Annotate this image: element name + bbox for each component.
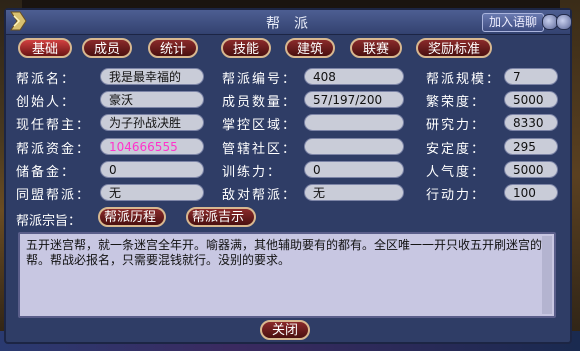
reserve-label: 储备金： xyxy=(16,165,77,180)
description-scrollbar[interactable] xyxy=(542,236,552,314)
window-title: 帮派 xyxy=(266,16,322,32)
founder-value: 豪沃 xyxy=(100,91,204,108)
guild-funds-value: 104666555 xyxy=(100,138,204,155)
popularity-value: 5000 xyxy=(504,161,558,178)
popularity-label: 人气度： xyxy=(426,165,487,180)
prosperity-label: 繁荣度： xyxy=(426,95,487,110)
enemy-guild-value: 无 xyxy=(304,184,404,201)
close-button[interactable]: 关闭 xyxy=(260,320,310,340)
tab-league[interactable]: 联赛 xyxy=(350,38,402,58)
stability-label: 安定度： xyxy=(426,142,487,157)
guild-name-label: 帮派名： xyxy=(16,72,77,87)
research-label: 研究力： xyxy=(426,118,487,133)
guild-description: 五开迷宫帮，就一条迷宫全年开。喻器满，其他辅助要有的都有。全区唯一一开只收五开刷… xyxy=(26,238,543,267)
stability-value: 295 xyxy=(504,138,558,155)
controlled-region-value xyxy=(304,114,404,131)
guild-scale-label: 帮派规模： xyxy=(426,72,502,87)
prosperity-value: 5000 xyxy=(504,91,558,108)
training-label: 训练力： xyxy=(222,165,283,180)
tab-buildings[interactable]: 建筑 xyxy=(285,38,335,58)
research-value: 8330 xyxy=(504,114,558,131)
community-value xyxy=(304,138,404,155)
guild-id-value: 408 xyxy=(304,68,404,85)
guild-funds-label: 帮派资金： xyxy=(16,142,92,157)
window-emblem-icon xyxy=(10,11,27,31)
title-bar[interactable]: 帮派 加入语聊 xyxy=(6,10,572,35)
controlled-region-label: 掌控区域： xyxy=(222,118,298,133)
tab-reward-standards[interactable]: 奖励标准 xyxy=(416,38,492,58)
tab-skills[interactable]: 技能 xyxy=(221,38,271,58)
founder-label: 创始人： xyxy=(16,95,77,110)
join-voice-chat-button[interactable]: 加入语聊 xyxy=(481,13,544,32)
action-points-label: 行动力： xyxy=(426,188,487,203)
guild-id-label: 帮派编号： xyxy=(222,72,298,87)
community-label: 管辖社区： xyxy=(222,142,298,157)
guild-info-window: 帮派 加入语聊 基础 成员 统计 技能 建筑 联赛 奖励标准 帮派名： 我是最幸… xyxy=(4,8,572,344)
tab-basic[interactable]: 基础 xyxy=(18,38,72,58)
allied-guild-value: 无 xyxy=(100,184,204,201)
guild-description-text: 五开迷宫帮，就一条迷宫全年开。喻器满，其他辅助要有的都有。全区唯一一开只收五开刷… xyxy=(18,232,556,318)
guild-scale-value: 7 xyxy=(504,68,558,85)
allied-guild-label: 同盟帮派： xyxy=(16,188,92,203)
guild-purpose-label: 帮派宗旨： xyxy=(16,214,82,229)
action-points-value: 100 xyxy=(504,184,558,201)
close-icon[interactable] xyxy=(556,14,572,30)
current-leader-value: 为子孙战决胜 xyxy=(100,114,204,131)
guild-name-value: 我是最幸福的 xyxy=(100,68,204,85)
guild-history-button[interactable]: 帮派历程 xyxy=(98,207,166,227)
guild-notice-button[interactable]: 帮派吉示 xyxy=(186,207,256,227)
enemy-guild-label: 敌对帮派： xyxy=(222,188,298,203)
reserve-value: 0 xyxy=(100,161,204,178)
member-count-value: 57/197/200 xyxy=(304,91,404,108)
tab-members[interactable]: 成员 xyxy=(82,38,132,58)
current-leader-label: 现任帮主： xyxy=(16,118,92,133)
tab-statistics[interactable]: 统计 xyxy=(148,38,198,58)
training-value: 0 xyxy=(304,161,404,178)
member-count-label: 成员数量： xyxy=(222,95,298,110)
